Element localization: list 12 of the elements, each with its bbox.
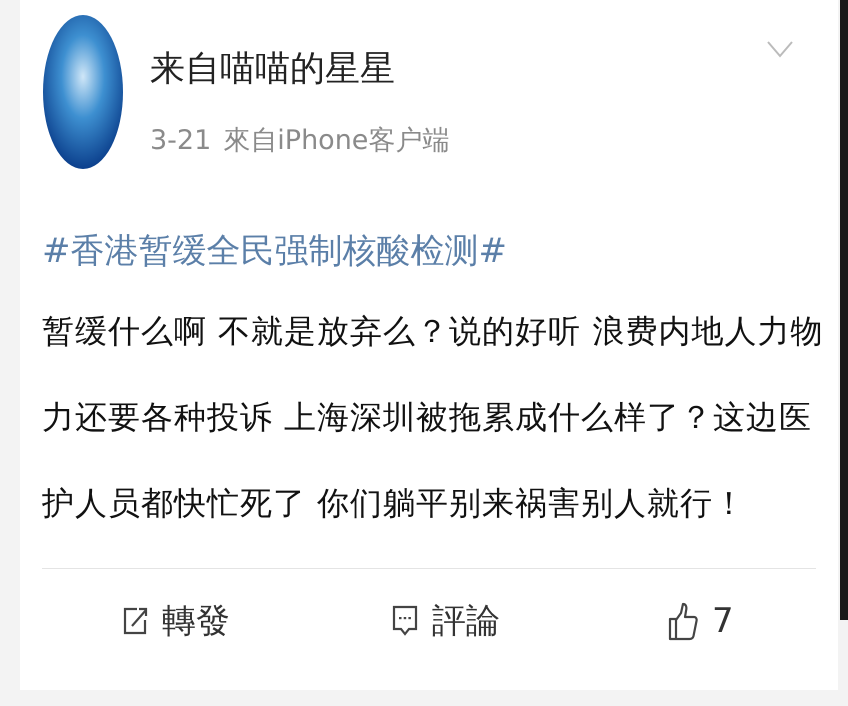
like-count[interactable]: 7 [712,604,734,638]
post-text: 暂缓什么啊 不就是放弃么？说的好听 浪费内地人力物力还要各种投诉 上海深圳被拖累成什么样了？这边医护人员都快忙死了 你们躺平别来祸害别人就行！ [42,311,824,524]
share-icon [122,606,148,636]
comment-icon [392,605,418,637]
post-time: 3-21 [150,127,212,154]
hashtag-link[interactable]: #香港暂缓全民强制核酸检测# [42,234,838,268]
action-label[interactable]: 轉發 [162,604,230,638]
thumbs-up-icon [668,601,698,641]
user-name[interactable]: 来自喵喵的星星 [150,52,450,87]
post-source: 來自iPhone客户端 [223,127,450,154]
action-label[interactable]: 評論 [432,604,500,638]
avatar[interactable] [42,14,124,170]
